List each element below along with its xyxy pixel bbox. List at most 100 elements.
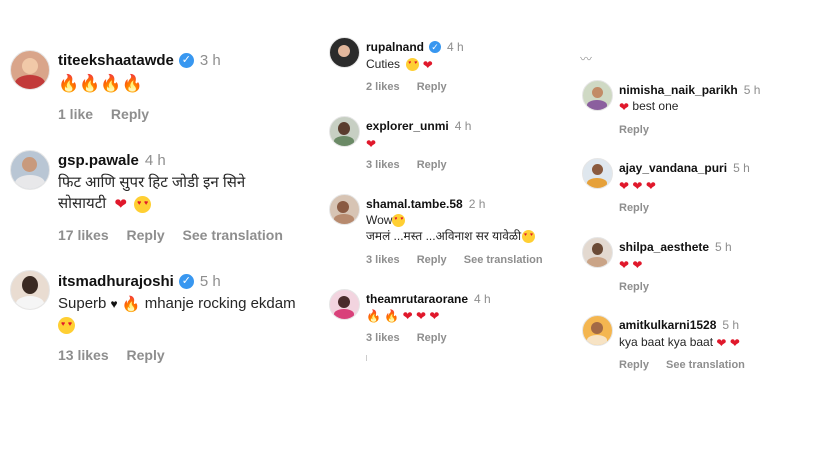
black-heart-emoji-icon: ♥ [110, 297, 118, 312]
red-heart-emoji-icon: ❤ [114, 195, 127, 213]
reply-button[interactable]: Reply [127, 227, 165, 243]
username[interactable]: nimisha_naik_parikh [619, 83, 738, 97]
likes-count[interactable]: 3 likes [366, 332, 400, 344]
username[interactable]: itsmadhurajoshi [58, 273, 174, 290]
avatar[interactable] [582, 158, 613, 189]
avatar[interactable] [10, 150, 50, 190]
likes-count[interactable]: 3 likes [366, 159, 400, 171]
comment-meta: 13 likes Reply [58, 347, 179, 363]
avatar[interactable] [582, 237, 613, 268]
timestamp: 2 h [468, 197, 486, 211]
timestamp: 4 h [144, 152, 166, 169]
username[interactable]: amitkulkarni1528 [619, 318, 716, 332]
reply-button[interactable]: Reply [619, 281, 649, 293]
comment-text: फिट आणि सुपर हिट जोडी इन सिने [58, 174, 246, 191]
timestamp: 4 h [474, 292, 491, 306]
username[interactable]: titeekshaatawde [58, 52, 174, 69]
comment-meta: Reply See translation [619, 359, 759, 371]
comment-meta: 2 likes Reply [366, 81, 461, 93]
comment-meta: 3 likes Reply See translation [366, 254, 557, 266]
fire-emoji-icon: 🔥 [384, 308, 400, 323]
comment-text-line2 [58, 315, 75, 335]
heart-eyes-emoji-icon [134, 195, 152, 213]
red-heart-emoji-icon: ❤ [429, 308, 440, 323]
reply-button[interactable]: Reply [417, 254, 447, 266]
avatar[interactable] [582, 315, 613, 346]
timestamp: 5 h [743, 83, 761, 97]
see-translation-link[interactable]: See translation [464, 254, 543, 266]
comment-text: ❤ ❤ [619, 256, 642, 272]
avatar[interactable] [329, 289, 360, 320]
red-heart-emoji-icon: ❤ [416, 308, 427, 323]
likes-count[interactable]: 17 likes [58, 227, 109, 243]
red-heart-emoji-icon: ❤ [716, 335, 727, 350]
avatar[interactable] [10, 50, 50, 90]
comment-text-line2: सोसायटी ❤ [58, 194, 152, 214]
comment-meta: 3 likes Reply [366, 332, 461, 344]
red-heart-emoji-icon: ❤ [366, 136, 377, 151]
reply-button[interactable]: Reply [417, 81, 447, 93]
heart-eyes-emoji-icon [406, 58, 420, 72]
timestamp: 5 h [715, 240, 732, 254]
comment-meta: 1 like Reply [58, 106, 163, 122]
likes-count[interactable]: 2 likes [366, 81, 400, 93]
see-translation-link[interactable]: See translation [183, 227, 283, 243]
avatar[interactable] [582, 80, 613, 111]
comment-meta: Reply [619, 202, 663, 214]
heart-eyes-emoji-icon [58, 316, 75, 334]
avatar[interactable] [329, 37, 360, 68]
fire-emoji-icon: 🔥 [100, 74, 122, 94]
likes-count[interactable]: 3 likes [366, 254, 400, 266]
timestamp: 4 h [454, 119, 472, 133]
avatar[interactable] [10, 270, 50, 310]
comment-text: 🔥 🔥 ❤ ❤ ❤ [366, 307, 439, 323]
squiggle-divider: 〰 [580, 52, 593, 66]
reply-button[interactable]: Reply [619, 359, 649, 371]
divider [366, 355, 367, 361]
fire-emoji-icon: 🔥 [121, 74, 143, 94]
timestamp: 3 h [199, 52, 221, 69]
reply-button[interactable]: Reply [417, 159, 447, 171]
fire-emoji-icon: 🔥 [79, 74, 101, 94]
comment-text: 🔥🔥🔥🔥 [58, 73, 143, 93]
comment-meta: 17 likes Reply See translation [58, 227, 297, 243]
avatar[interactable] [329, 194, 360, 225]
comment-text: Wow [366, 212, 406, 228]
username[interactable]: gsp.pawale [58, 152, 139, 169]
username[interactable]: shamal.tambe.58 [366, 197, 463, 211]
fire-emoji-icon: 🔥 [121, 295, 141, 313]
username[interactable]: rupalnand [366, 40, 424, 54]
heart-eyes-emoji-icon [392, 214, 406, 228]
comment-text: Cuties ❤ [366, 56, 433, 72]
likes-count[interactable]: 13 likes [58, 347, 109, 363]
username[interactable]: shilpa_aesthete [619, 240, 709, 254]
verified-badge-icon: ✓ [178, 274, 194, 289]
comment-text: ❤ ❤ ❤ [619, 177, 656, 193]
reply-button[interactable]: Reply [417, 332, 447, 344]
comment-meta: Reply [619, 281, 663, 293]
red-heart-emoji-icon: ❤ [619, 257, 630, 272]
timestamp: 5 h [722, 318, 740, 332]
reply-button[interactable]: Reply [127, 347, 165, 363]
username[interactable]: theamrutaraorane [366, 292, 468, 306]
red-heart-emoji-icon: ❤ [632, 257, 643, 272]
reply-button[interactable]: Reply [619, 202, 649, 214]
comment-text-line2: जमलं ...मस्त ...अविनाश सर यावेळी [366, 228, 536, 244]
red-heart-emoji-icon: ❤ [422, 57, 433, 72]
comment-text: ❤ [366, 135, 376, 151]
username[interactable]: explorer_unmi [366, 119, 449, 133]
avatar[interactable] [329, 116, 360, 147]
see-translation-link[interactable]: See translation [666, 359, 745, 371]
reply-button[interactable]: Reply [111, 106, 149, 122]
red-heart-emoji-icon: ❤ [729, 335, 740, 350]
comment-meta: 3 likes Reply [366, 159, 461, 171]
likes-count[interactable]: 1 like [58, 106, 93, 122]
verified-badge-icon: ✓ [429, 41, 442, 53]
red-heart-emoji-icon: ❤ [619, 99, 630, 114]
username[interactable]: ajay_vandana_puri [619, 161, 727, 175]
heart-eyes-emoji-icon [522, 230, 536, 244]
fire-emoji-icon: 🔥 [366, 308, 381, 323]
red-heart-emoji-icon: ❤ [645, 178, 656, 193]
reply-button[interactable]: Reply [619, 124, 649, 136]
red-heart-emoji-icon: ❤ [619, 178, 630, 193]
